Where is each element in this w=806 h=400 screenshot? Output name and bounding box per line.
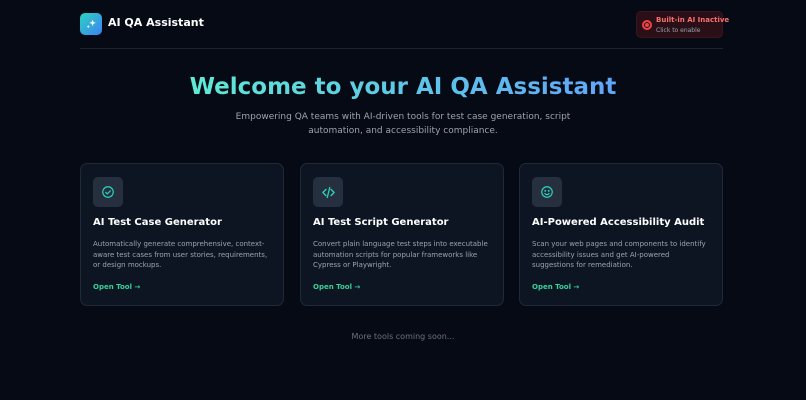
open-tool-link[interactable]: Open Tool → — [532, 283, 579, 291]
tool-card-test-case-generator: AI Test Case Generator Automatically gen… — [80, 163, 284, 306]
app-title: AI QA Assistant — [108, 16, 204, 29]
status-indicator-icon — [642, 20, 652, 30]
card-description: Convert plain language test steps into e… — [313, 240, 488, 269]
card-title: AI Test Script Generator — [313, 217, 449, 228]
status-title: Built-in AI Inactive — [656, 16, 730, 24]
code-icon — [313, 177, 343, 207]
ai-status-button[interactable]: Built-in AI Inactive Click to enable — [636, 11, 729, 38]
tool-card-accessibility-audit: AI-Powered Accessibility Audit Scan your… — [519, 163, 723, 306]
sparkles-icon — [80, 13, 102, 35]
open-tool-link[interactable]: Open Tool → — [313, 283, 360, 291]
status-subtitle: Click to enable — [656, 27, 701, 34]
page-title: Welcome to your AI QA Assistant — [189, 74, 617, 100]
page-subtitle: Empowering QA teams with AI-driven tools… — [235, 112, 571, 136]
coming-soon-note: More tools coming soon... — [351, 332, 455, 341]
tool-card-test-script-generator: AI Test Script Generator Convert plain l… — [300, 163, 504, 306]
open-tool-link[interactable]: Open Tool → — [93, 283, 140, 291]
app-header: AI QA Assistant Built-in AI Inactive Cli… — [80, 0, 729, 49]
card-description: Scan your web pages and components to id… — [532, 240, 706, 269]
card-title: AI-Powered Accessibility Audit — [532, 217, 705, 228]
card-description: Automatically generate comprehensive, co… — [93, 240, 268, 269]
check-circle-icon — [93, 177, 123, 207]
card-title: AI Test Case Generator — [93, 217, 222, 228]
smiley-icon — [532, 177, 562, 207]
